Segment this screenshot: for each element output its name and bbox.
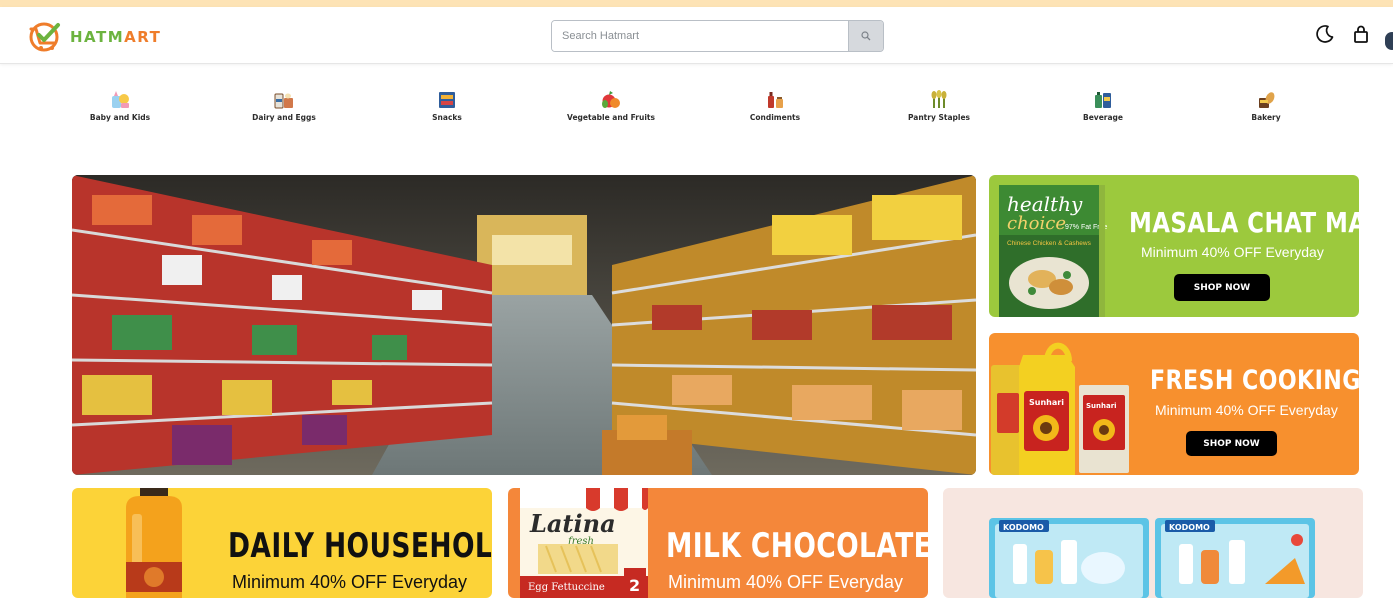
- promo-subtitle: Minimum 40% OFF Everyday: [668, 572, 904, 592]
- kodomo-giftsets-image: KODOMO KODOMO: [989, 518, 1315, 598]
- baby-icon: [109, 90, 131, 110]
- category-dairy-and-eggs[interactable]: Dairy and Eggs: [224, 90, 344, 122]
- healthy-choice-box-image: healthy choice 97% Fat Free Chinese Chic…: [999, 185, 1108, 317]
- category-bakery[interactable]: Bakery: [1206, 90, 1326, 122]
- supermarket-aisle-photo: [72, 175, 976, 475]
- category-label: Bakery: [1251, 113, 1281, 122]
- cart-check-icon: [28, 21, 64, 53]
- promo-daily-household[interactable]: DAILY HOUSEHOLD Minimum 40% OFF Everyday: [72, 488, 492, 598]
- search-icon: [861, 31, 871, 41]
- hero-banner[interactable]: [72, 175, 976, 475]
- bag-icon[interactable]: [1352, 24, 1370, 44]
- category-bar: Baby and Kids Dairy and Eggs Snacks Vege…: [38, 90, 1348, 130]
- category-label: Snacks: [432, 113, 462, 122]
- category-baby-and-kids[interactable]: Baby and Kids: [60, 90, 180, 122]
- promo-masala[interactable]: healthy choice 97% Fat Free Chinese Chic…: [989, 175, 1359, 317]
- promo-subtitle: Minimum 40% OFF Everyday: [1141, 244, 1324, 260]
- promo-title: DAILY HOUSEHOLD: [228, 526, 492, 566]
- dairy-icon: [273, 90, 295, 110]
- category-label: Beverage: [1083, 113, 1123, 122]
- category-vegetable-and-fruits[interactable]: Vegetable and Fruits: [551, 90, 671, 122]
- site-header: HATMART: [0, 7, 1393, 64]
- condiments-icon: [764, 90, 786, 110]
- avatar[interactable]: [1385, 32, 1393, 50]
- serves-badge: 2: [629, 576, 640, 595]
- category-label: Baby and Kids: [89, 113, 151, 122]
- shop-now-button[interactable]: SHOP NOW: [1174, 274, 1270, 301]
- shop-now-button[interactable]: SHOP NOW: [1186, 431, 1277, 456]
- choice-text: choice: [1007, 213, 1066, 234]
- beverage-icon: [1092, 90, 1114, 110]
- search-bar: [551, 20, 884, 52]
- category-label: Dairy and Eggs: [252, 113, 316, 122]
- category-pantry-staples[interactable]: Pantry Staples: [879, 90, 999, 122]
- bakery-icon: [1255, 90, 1277, 110]
- fettuccine-text: Egg Fettuccine: [528, 582, 605, 593]
- logo-text-suffix: ART: [124, 28, 162, 46]
- latina-text: Latina: [529, 509, 616, 538]
- category-beverage[interactable]: Beverage: [1043, 90, 1163, 122]
- promo-title: MILK CHOCOLATES: [666, 526, 928, 566]
- search-button[interactable]: [848, 21, 883, 51]
- logo[interactable]: HATMART: [28, 21, 161, 53]
- promo-title: FRESH COOKING OIL: [1150, 365, 1359, 396]
- sunhari-tin-text: Sunhari: [1086, 402, 1117, 410]
- category-snacks[interactable]: Snacks: [387, 90, 507, 122]
- promo-subtitle: Minimum 40% OFF Everyday: [1155, 402, 1338, 418]
- promo-subtitle: Minimum 40% OFF Everyday: [232, 572, 468, 592]
- juice-bottle-image: [126, 488, 182, 598]
- pantry-icon: [928, 90, 950, 110]
- category-condiments[interactable]: Condiments: [715, 90, 835, 122]
- category-label: Vegetable and Fruits: [567, 113, 655, 122]
- promo-milk-chocolates[interactable]: Latina fresh Egg Fettuccine 2 MILK CHOCO…: [508, 488, 928, 598]
- sunhari-oil-image: Sunhari Sunhari: [991, 342, 1129, 475]
- promo-baby-products[interactable]: KODOMO KODOMO: [943, 488, 1363, 598]
- kodomo-text-2: KODOMO: [1169, 523, 1210, 532]
- vegetable-icon: [600, 90, 622, 110]
- category-label: Pantry Staples: [907, 113, 971, 122]
- latina-pasta-box-image: Latina fresh Egg Fettuccine 2: [520, 488, 648, 598]
- promo-cooking-oil[interactable]: Sunhari Sunhari FRESH COOKING OIL Minimu…: [989, 333, 1359, 475]
- header-actions: [1315, 24, 1370, 44]
- search-input[interactable]: [552, 21, 848, 51]
- sunhari-jug-text: Sunhari: [1029, 398, 1064, 407]
- category-label: Condiments: [749, 113, 801, 122]
- flavour-text: Chinese Chicken & Cashews: [1007, 240, 1092, 247]
- promo-title: MASALA CHAT MASTI: [1129, 206, 1359, 239]
- top-strip: [0, 0, 1393, 7]
- logo-text: HATMART: [70, 28, 161, 46]
- snacks-icon: [436, 90, 458, 110]
- kodomo-text-1: KODOMO: [1003, 523, 1044, 532]
- logo-text-prefix: HATM: [70, 28, 125, 46]
- moon-icon[interactable]: [1315, 24, 1335, 44]
